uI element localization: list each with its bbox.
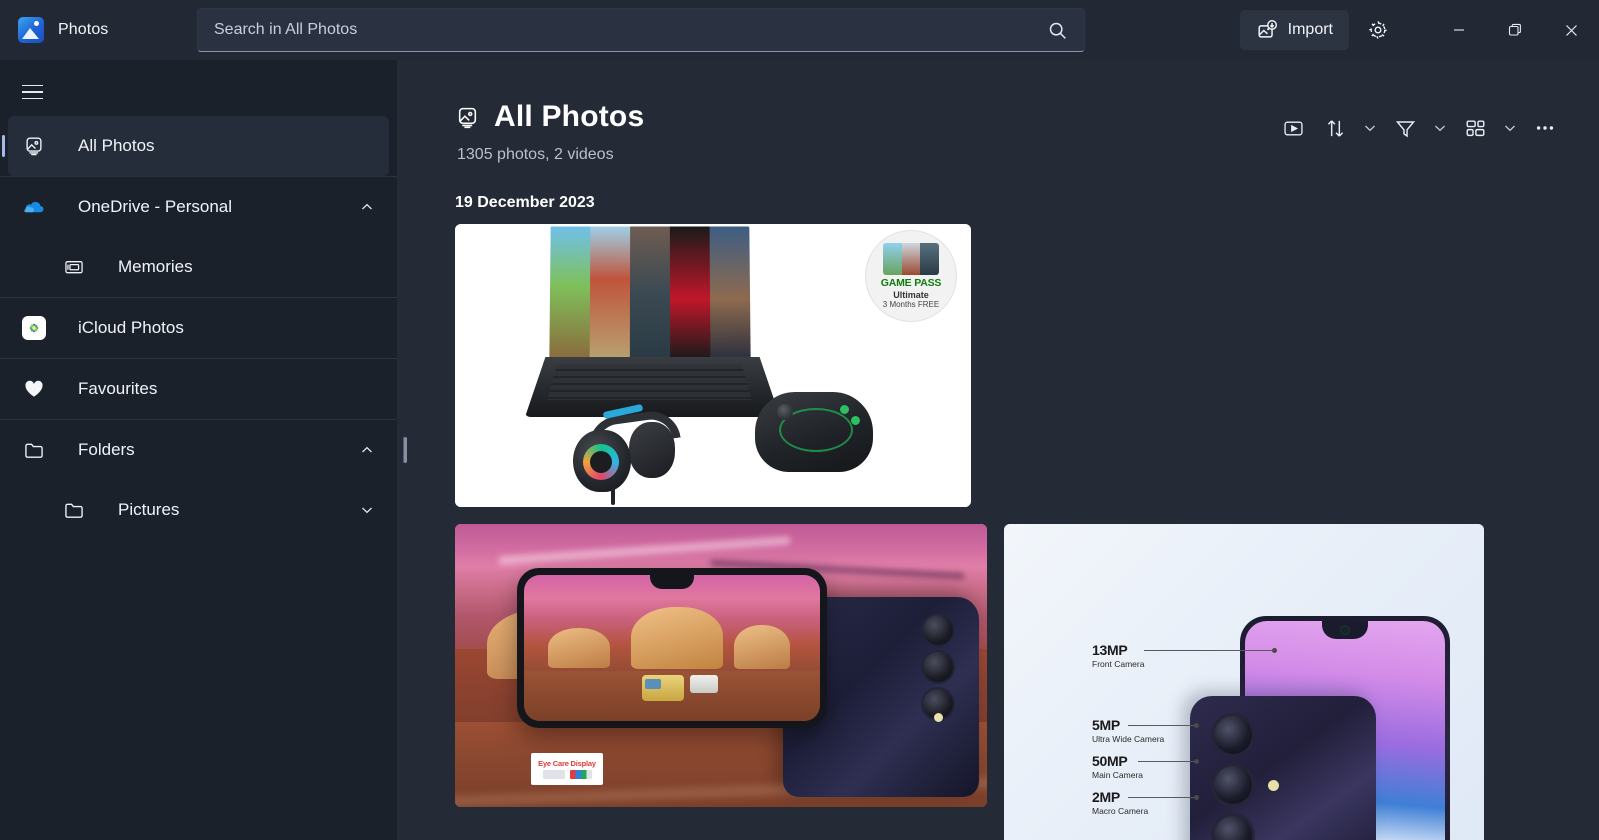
photos-app-icon bbox=[18, 17, 44, 43]
sort-chevron[interactable] bbox=[1357, 108, 1383, 148]
titlebar-actions: Import bbox=[1239, 0, 1599, 60]
content-toolbar bbox=[1273, 100, 1565, 148]
photos-content-area: All Photos 1305 photos, 2 videos 19 Dece… bbox=[397, 60, 1599, 840]
slideshow-button[interactable] bbox=[1273, 108, 1313, 148]
app-title: Photos bbox=[58, 21, 109, 38]
page-heading-block: All Photos 1305 photos, 2 videos bbox=[455, 100, 644, 164]
search-placeholder: Search in All Photos bbox=[214, 21, 358, 38]
spec-callout: 5MP Ultra Wide Camera bbox=[1092, 717, 1164, 744]
sidebar-item-icloud-photos[interactable]: iCloud Photos bbox=[0, 298, 397, 358]
heart-icon bbox=[18, 378, 50, 400]
title-bar: Photos Search in All Photos Import bbox=[0, 0, 1599, 60]
import-button-label: Import bbox=[1287, 21, 1333, 38]
layout-chevron[interactable] bbox=[1497, 108, 1523, 148]
sidebar-item-folders[interactable]: Folders bbox=[0, 420, 397, 480]
search-input[interactable]: Search in All Photos bbox=[197, 8, 1085, 52]
photo-tile[interactable]: GAME PASS Ultimate 3 Months FREE bbox=[455, 224, 971, 507]
maximize-button[interactable] bbox=[1487, 0, 1543, 60]
settings-button[interactable] bbox=[1357, 10, 1399, 50]
photo-tile[interactable]: 13MP Front Camera 5MP Ultra Wide Camera … bbox=[1004, 524, 1484, 840]
all-photos-icon bbox=[18, 135, 50, 157]
photo-grid: GAME PASS Ultimate 3 Months FREE Eye Car… bbox=[397, 224, 1599, 840]
sidebar-item-memories[interactable]: Memories bbox=[0, 237, 397, 297]
sidebar-item-label: Favourites bbox=[78, 379, 158, 398]
ellipsis-icon bbox=[1533, 116, 1557, 140]
eye-care-display-badge: Eye Care Display bbox=[531, 753, 603, 785]
grid-layout-icon bbox=[1464, 117, 1487, 140]
game-pass-badge: GAME PASS Ultimate 3 Months FREE bbox=[865, 230, 957, 322]
spec-caption: Front Camera bbox=[1092, 659, 1145, 669]
icloud-photos-icon bbox=[18, 316, 50, 340]
onedrive-cloud-icon bbox=[18, 195, 50, 219]
search-icon[interactable] bbox=[1044, 17, 1070, 43]
spec-callout: 13MP Front Camera bbox=[1092, 642, 1144, 669]
spec-caption: Main Camera bbox=[1092, 770, 1144, 780]
import-button[interactable]: Import bbox=[1239, 10, 1349, 50]
sort-button[interactable] bbox=[1315, 108, 1355, 148]
sidebar-item-all-photos[interactable]: All Photos bbox=[8, 116, 389, 176]
memories-icon bbox=[58, 256, 90, 278]
photos-app-window: Photos Search in All Photos Import All P… bbox=[0, 0, 1599, 840]
sort-arrows-icon bbox=[1324, 117, 1347, 140]
more-button[interactable] bbox=[1525, 108, 1565, 148]
close-button[interactable] bbox=[1543, 0, 1599, 60]
gaming-laptop-photo: GAME PASS Ultimate 3 Months FREE bbox=[455, 224, 971, 507]
chevron-down-icon[interactable] bbox=[355, 502, 379, 518]
spec-value: 50MP bbox=[1092, 753, 1128, 769]
spec-caption: Ultra Wide Camera bbox=[1092, 734, 1165, 744]
camera-specs-photo: 13MP Front Camera 5MP Ultra Wide Camera … bbox=[1004, 524, 1484, 840]
funnel-icon bbox=[1394, 117, 1417, 140]
app-body: All Photos OneDrive - Personal Memories … bbox=[0, 60, 1599, 840]
spec-caption: Macro Camera bbox=[1092, 806, 1149, 816]
sidebar-resize-handle[interactable] bbox=[397, 60, 413, 840]
photo-tile[interactable]: Eye Care Display bbox=[455, 524, 987, 807]
sidebar-item-label: OneDrive - Personal bbox=[78, 197, 233, 216]
spec-callout: 50MP Main Camera bbox=[1092, 753, 1143, 780]
folder-icon bbox=[58, 499, 90, 521]
all-photos-icon bbox=[455, 105, 480, 130]
photo-count-subtitle: 1305 photos, 2 videos bbox=[457, 146, 614, 163]
gear-icon bbox=[1367, 19, 1389, 41]
filter-button[interactable] bbox=[1385, 108, 1425, 148]
sidebar-item-pictures[interactable]: Pictures bbox=[0, 480, 397, 540]
date-group-header: 19 December 2023 bbox=[455, 194, 595, 211]
sidebar-item-label: Memories bbox=[118, 257, 193, 276]
sidebar-item-label: Pictures bbox=[118, 500, 180, 519]
sidebar-item-label: Folders bbox=[78, 440, 135, 459]
sidebar-item-favourites[interactable]: Favourites bbox=[0, 359, 397, 419]
badge-offer: 3 Months FREE bbox=[882, 300, 940, 309]
filter-chevron[interactable] bbox=[1427, 108, 1453, 148]
import-photo-icon bbox=[1256, 19, 1278, 41]
badge-title: Eye Care Display bbox=[538, 759, 596, 768]
navigation-sidebar: All Photos OneDrive - Personal Memories … bbox=[0, 60, 397, 840]
minimize-button[interactable] bbox=[1431, 0, 1487, 60]
folder-icon bbox=[18, 439, 50, 461]
spec-callout: 2MP Macro Camera bbox=[1092, 789, 1148, 816]
sidebar-item-label: All Photos bbox=[78, 136, 155, 155]
app-identity: Photos bbox=[0, 17, 197, 43]
chevron-up-icon[interactable] bbox=[355, 199, 379, 215]
chevron-up-icon[interactable] bbox=[355, 442, 379, 458]
hamburger-icon[interactable] bbox=[8, 68, 56, 116]
badge-subtitle: Ultimate bbox=[893, 290, 929, 300]
sidebar-item-label: iCloud Photos bbox=[78, 318, 184, 337]
window-controls bbox=[1431, 0, 1599, 60]
page-title: All Photos bbox=[494, 100, 645, 133]
desert-phone-photo: Eye Care Display bbox=[455, 524, 987, 807]
sidebar-item-onedrive-personal[interactable]: OneDrive - Personal bbox=[0, 177, 397, 237]
badge-title: GAME PASS bbox=[880, 277, 942, 289]
play-in-frame-icon bbox=[1282, 117, 1305, 140]
layout-button[interactable] bbox=[1455, 108, 1495, 148]
spec-value: 13MP bbox=[1092, 642, 1128, 658]
content-header: All Photos 1305 photos, 2 videos bbox=[397, 60, 1599, 164]
